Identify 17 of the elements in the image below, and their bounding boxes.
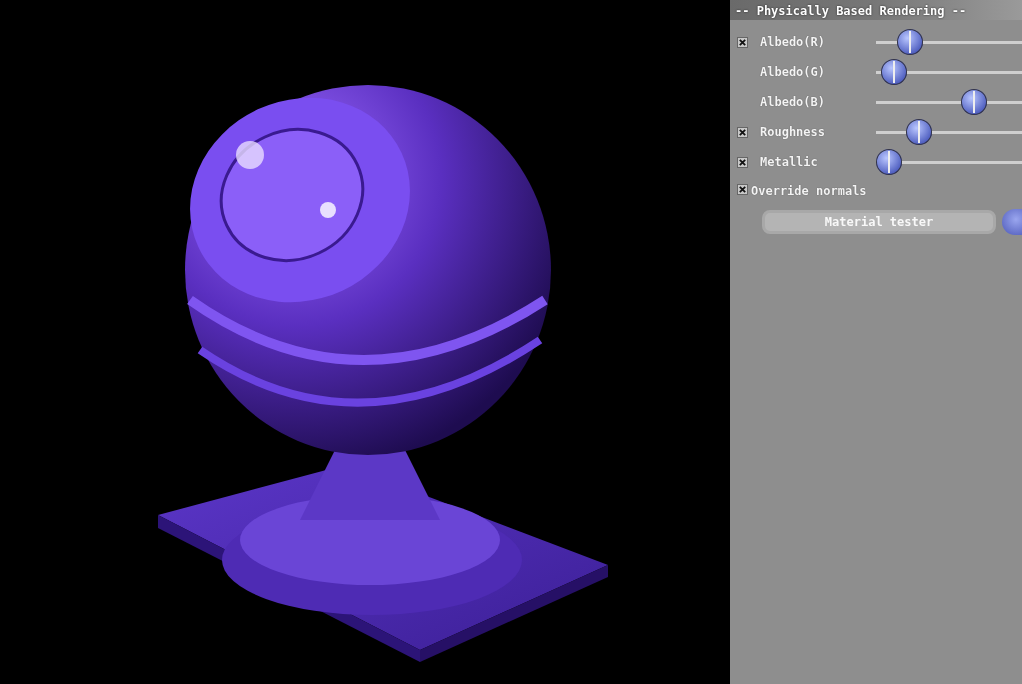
dropdown[interactable]: Material tester xyxy=(762,210,996,234)
slider-thumb[interactable] xyxy=(896,29,923,55)
checkbox[interactable] xyxy=(737,156,748,168)
slider-thumb[interactable] xyxy=(961,89,988,115)
slider-label: Albedo(B) xyxy=(760,95,827,109)
slider-thumb[interactable] xyxy=(876,149,903,175)
slider-label: Roughness xyxy=(760,125,827,139)
checkbox-label: Override normals xyxy=(751,184,867,198)
checkbox[interactable] xyxy=(737,183,748,195)
checkbox[interactable] xyxy=(737,36,748,48)
slider-label: Albedo(G) xyxy=(760,65,827,79)
slider-thumb[interactable] xyxy=(906,119,933,145)
slider-label: Albedo(R) xyxy=(760,35,827,49)
slider-thumb[interactable] xyxy=(881,59,908,85)
slider-label: Metallic xyxy=(760,155,819,169)
panel-title: -- Physically Based Rendering -- xyxy=(730,0,1022,20)
checkbox[interactable] xyxy=(737,126,748,138)
